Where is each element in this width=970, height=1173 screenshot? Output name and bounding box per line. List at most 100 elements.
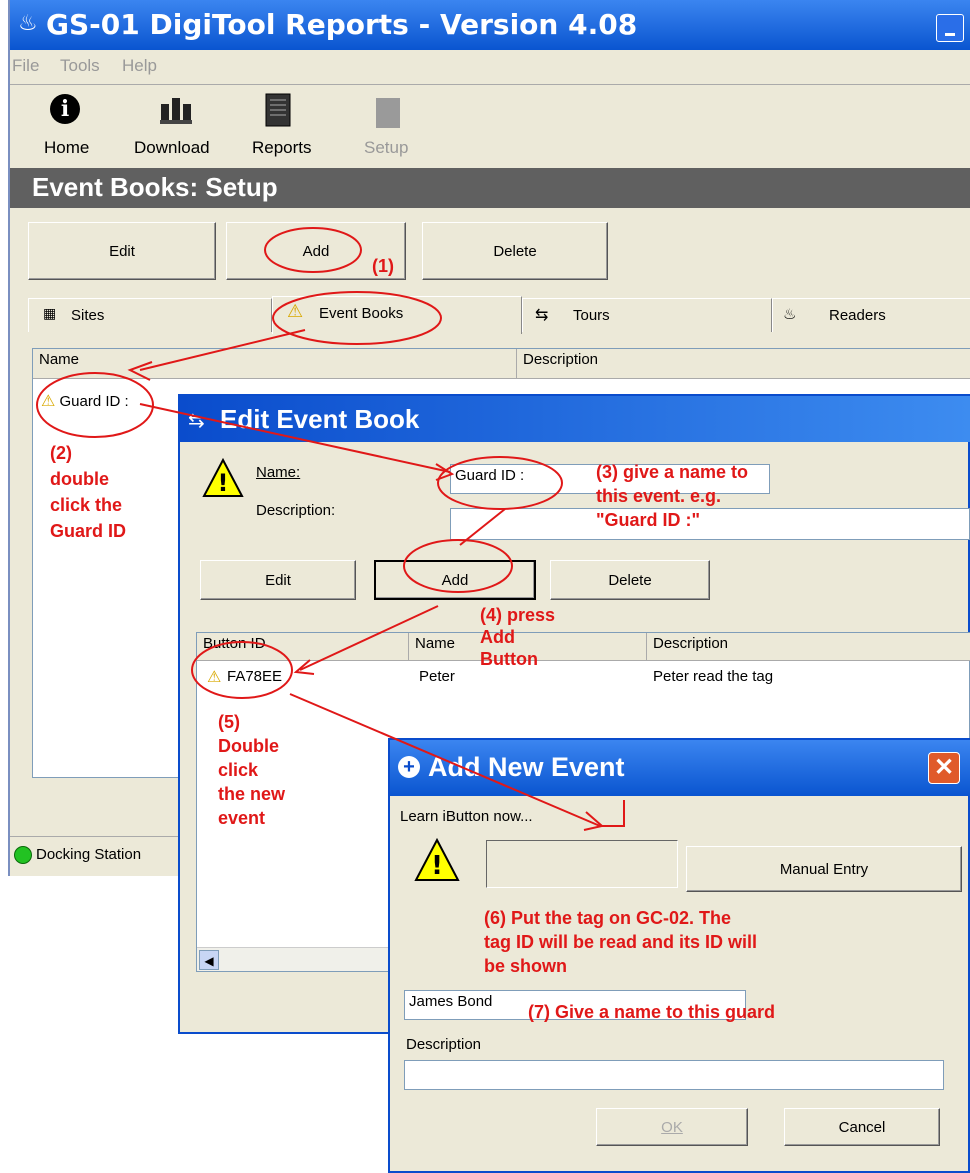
- toolbar-home-label: Home: [44, 138, 90, 157]
- event-books-icon: ⚠: [287, 301, 304, 321]
- table-row[interactable]: ⚠ FA78EE Peter Peter read the tag: [197, 665, 970, 691]
- col-description-label: Description: [523, 351, 599, 368]
- toolbar-home[interactable]: i Home: [32, 90, 100, 162]
- description-label: Description:: [256, 502, 336, 519]
- add-dialog-title-bar: + Add New Event ✕: [390, 740, 970, 796]
- annotation-5: (5) Double click the new event: [218, 710, 285, 830]
- annotation-3: (3) give a name to this event. e.g. "Gua…: [596, 460, 748, 532]
- annotation-3-line-3: "Guard ID :": [596, 510, 701, 530]
- annotation-4-line-2: Add: [480, 627, 515, 647]
- manual-entry-label: Manual Entry: [779, 860, 869, 878]
- annotation-6-line-3: be shown: [484, 956, 568, 976]
- col-name-label: Name: [39, 351, 80, 368]
- col-description-header[interactable]: Description: [517, 349, 970, 379]
- edit-dialog-add-button[interactable]: Add: [374, 560, 536, 600]
- tab-sites-label: Sites: [71, 307, 105, 324]
- tab-sites[interactable]: ▦ Sites: [28, 298, 272, 332]
- list-item-name: Guard ID :: [59, 393, 129, 410]
- event-name-value: James Bond: [409, 993, 493, 1010]
- edit-dialog-delete-button[interactable]: Delete: [550, 560, 710, 600]
- minimize-button[interactable]: [936, 14, 964, 42]
- toolbar-setup: Setup: [354, 90, 424, 162]
- tab-event-books[interactable]: ⚠ Event Books: [272, 296, 522, 334]
- tab-readers[interactable]: ♨ Readers: [772, 298, 970, 332]
- warning-icon: !: [202, 458, 244, 497]
- annotation-4-line-3: Button: [480, 649, 538, 669]
- col-name-header[interactable]: Name: [33, 349, 517, 379]
- delete-button-label: Delete: [493, 242, 537, 260]
- learn-ibutton-label: Learn iButton now...: [400, 808, 533, 825]
- annotation-2-line-1: (2): [50, 443, 72, 463]
- main-title: GS-01 DigiTool Reports - Version 4.08: [46, 8, 638, 41]
- annotation-6-line-2: tag ID will be read and its ID will: [484, 932, 758, 952]
- name-label: Name:: [256, 464, 301, 481]
- annotation-2-line-2: double: [50, 469, 109, 489]
- tab-readers-label: Readers: [829, 307, 886, 324]
- edit-dialog-edit-label: Edit: [265, 571, 291, 589]
- sites-icon: ▦: [43, 305, 57, 321]
- cancel-label: Cancel: [838, 1118, 886, 1136]
- edit-dialog-title: Edit Event Book: [220, 404, 420, 434]
- warning-icon: !: [414, 838, 460, 881]
- menu-bar: File Tools Help: [10, 50, 970, 84]
- edit-dialog-title-bar: ⇆ Edit Event Book: [180, 396, 970, 442]
- menu-file[interactable]: File: [12, 56, 39, 76]
- warning-icon: ⚠: [41, 393, 56, 410]
- menu-help[interactable]: Help: [122, 56, 157, 76]
- manual-entry-button[interactable]: Manual Entry: [686, 846, 962, 892]
- status-indicator: [14, 846, 32, 864]
- annotation-5-line-3: click: [218, 760, 259, 780]
- plus-icon: +: [398, 756, 420, 778]
- annotation-5-line-4: the new: [218, 784, 286, 804]
- tab-tours[interactable]: ⇆ Tours: [522, 298, 772, 332]
- annotation-4: (4) press Add Button: [480, 604, 555, 670]
- scroll-left-button[interactable]: ◀: [199, 950, 219, 970]
- col-name-label: Name: [415, 635, 456, 652]
- name-field-value: Guard ID :: [455, 467, 525, 484]
- tab-tours-label: Tours: [573, 307, 610, 324]
- col-button-id-label: Button ID: [203, 635, 266, 652]
- annotation-2-line-3: click the: [50, 495, 123, 515]
- list-item[interactable]: ⚠ Guard ID :: [41, 391, 181, 413]
- edit-dialog-delete-label: Delete: [608, 571, 652, 589]
- ok-label: OK: [661, 1118, 683, 1136]
- toolbar-reports[interactable]: Reports: [238, 90, 328, 162]
- edit-button-label: Edit: [109, 242, 135, 260]
- delete-button[interactable]: Delete: [422, 222, 608, 280]
- annotation-7: (7) Give a name to this guard: [528, 1002, 776, 1022]
- svg-text:!: !: [218, 469, 229, 497]
- download-icon: [160, 98, 192, 124]
- edit-dialog-edit-button[interactable]: Edit: [200, 560, 356, 600]
- add-description-field[interactable]: [404, 1060, 944, 1090]
- status-text: Docking Station: [36, 846, 142, 863]
- col-button-id-header[interactable]: Button ID: [197, 633, 409, 661]
- annotation-1: (1): [372, 256, 394, 276]
- annotation-6: (6) Put the tag on GC-02. The tag ID wil…: [484, 906, 757, 978]
- readers-icon: ♨: [783, 306, 797, 323]
- warning-icon: ⚠: [207, 669, 222, 686]
- annotation-5-line-1: (5): [218, 712, 240, 732]
- col-description-header[interactable]: Description: [647, 633, 970, 661]
- info-icon: i: [50, 94, 80, 124]
- page-title: Event Books: Setup: [32, 172, 278, 202]
- annotation-3-line-2: this event. e.g.: [596, 486, 722, 506]
- col-description-label: Description: [653, 635, 729, 652]
- page-header-band: Event Books: Setup: [10, 168, 970, 208]
- annotation-6-line-1: (6) Put the tag on GC-02. The: [484, 908, 732, 928]
- toolbar-download-label: Download: [134, 138, 210, 157]
- edit-button[interactable]: Edit: [28, 222, 216, 280]
- svg-text:!: !: [431, 851, 443, 881]
- ibutton-id-display: [486, 840, 678, 888]
- annotation-5-line-5: event: [218, 808, 266, 828]
- toolbar-download[interactable]: Download: [128, 90, 228, 162]
- close-button[interactable]: ✕: [928, 752, 960, 784]
- edit-dialog-add-label: Add: [441, 571, 469, 589]
- menu-tools[interactable]: Tools: [60, 56, 100, 76]
- ok-button: OK: [596, 1108, 748, 1146]
- tours-icon: ⇆: [535, 307, 549, 324]
- annotation-3-line-1: (3) give a name to: [596, 462, 749, 482]
- setup-icon: [376, 98, 400, 128]
- row-button-id: FA78EE: [227, 668, 283, 685]
- toolbar-setup-label: Setup: [364, 138, 409, 157]
- cancel-button[interactable]: Cancel: [784, 1108, 940, 1146]
